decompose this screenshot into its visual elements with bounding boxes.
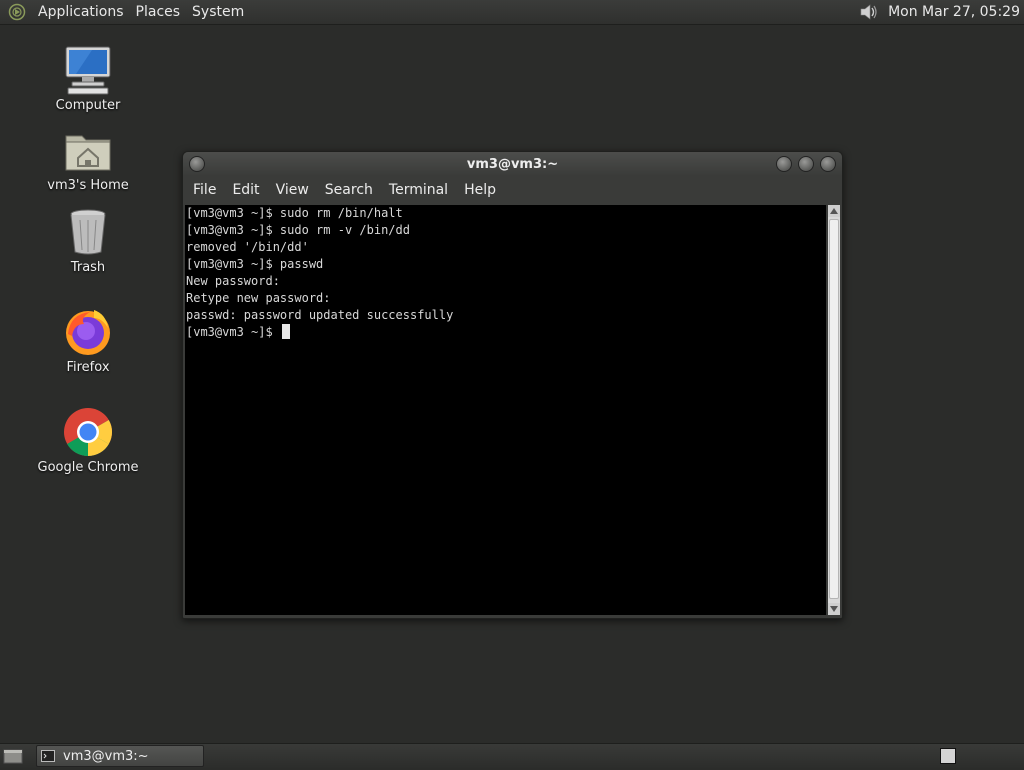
- taskbar-button-label: vm3@vm3:~: [63, 748, 149, 764]
- firefox-icon: [66, 310, 110, 355]
- terminal-output[interactable]: [vm3@vm3 ~]$ sudo rm /bin/halt [vm3@vm3 …: [185, 205, 826, 615]
- home-folder-icon: [65, 135, 111, 171]
- menu-applications[interactable]: Applications: [32, 4, 130, 20]
- scroll-down-arrow-icon[interactable]: [828, 603, 840, 615]
- minimize-button[interactable]: [776, 156, 792, 172]
- scroll-up-arrow-icon[interactable]: [828, 205, 840, 217]
- maximize-button[interactable]: [798, 156, 814, 172]
- top-panel-tray: Mon Mar 27, 05:29: [858, 0, 1024, 24]
- terminal-menubar: File Edit View Search Terminal Help: [183, 176, 842, 204]
- menu-search[interactable]: Search: [319, 182, 379, 198]
- menu-file[interactable]: File: [187, 182, 222, 198]
- desktop-icon-trash[interactable]: Trash: [33, 206, 143, 275]
- desktop-icon-chrome[interactable]: Google Chrome: [33, 406, 143, 475]
- menu-view[interactable]: View: [270, 182, 315, 198]
- desktop-icon-firefox[interactable]: Firefox: [33, 306, 143, 375]
- menu-terminal[interactable]: Terminal: [383, 182, 454, 198]
- workspace-switcher[interactable]: [940, 748, 956, 764]
- scrollbar-thumb[interactable]: [829, 219, 839, 599]
- volume-icon[interactable]: [858, 2, 880, 22]
- desktop-icon-label: Google Chrome: [37, 460, 139, 475]
- window-menu-button[interactable]: [189, 156, 205, 172]
- close-button[interactable]: [820, 156, 836, 172]
- bottom-panel: vm3@vm3:~: [0, 743, 1024, 768]
- trash-icon: [70, 209, 106, 255]
- menu-system[interactable]: System: [186, 4, 250, 20]
- terminal-scrollbar[interactable]: [828, 205, 840, 615]
- terminal-prompt: [vm3@vm3 ~]$: [186, 325, 280, 339]
- desktop-icon-label: vm3's Home: [47, 178, 129, 193]
- terminal-cursor: [281, 324, 290, 339]
- terminal-line: passwd: password updated successfully: [186, 308, 454, 322]
- desktop-icon-computer[interactable]: Computer: [33, 44, 143, 113]
- terminal-line: removed '/bin/dd': [186, 240, 309, 254]
- terminal-window: vm3@vm3:~ File Edit View Search Terminal…: [182, 151, 843, 619]
- terminal-prompt-line: [vm3@vm3 ~]$: [185, 324, 826, 341]
- desktop-icon-label: Firefox: [66, 360, 110, 375]
- chrome-icon: [64, 408, 113, 456]
- window-title: vm3@vm3:~: [466, 156, 559, 172]
- computer-icon: [65, 46, 111, 95]
- terminal-line: New password:: [186, 274, 280, 288]
- menu-help[interactable]: Help: [458, 182, 502, 198]
- terminal-line: [vm3@vm3 ~]$ sudo rm -v /bin/dd: [186, 223, 410, 237]
- terminal-line: [vm3@vm3 ~]$ sudo rm /bin/halt: [186, 206, 403, 220]
- clock[interactable]: Mon Mar 27, 05:29: [888, 4, 1024, 20]
- desktop-icon-home[interactable]: vm3's Home: [33, 124, 143, 193]
- top-panel: Applications Places System Mon Mar 27, 0…: [0, 0, 1024, 25]
- menu-places[interactable]: Places: [130, 4, 187, 20]
- show-desktop-icon[interactable]: [2, 746, 24, 766]
- gnome-foot-icon[interactable]: [8, 3, 26, 21]
- terminal-icon: [41, 750, 55, 762]
- terminal-line: [vm3@vm3 ~]$ passwd: [186, 257, 324, 271]
- terminal-line: Retype new password:: [186, 291, 331, 305]
- menu-edit[interactable]: Edit: [226, 182, 265, 198]
- desktop-icon-label: Computer: [55, 98, 121, 113]
- window-titlebar[interactable]: vm3@vm3:~: [183, 152, 842, 176]
- taskbar-terminal-button[interactable]: vm3@vm3:~: [36, 745, 204, 767]
- desktop-icon-label: Trash: [70, 260, 106, 275]
